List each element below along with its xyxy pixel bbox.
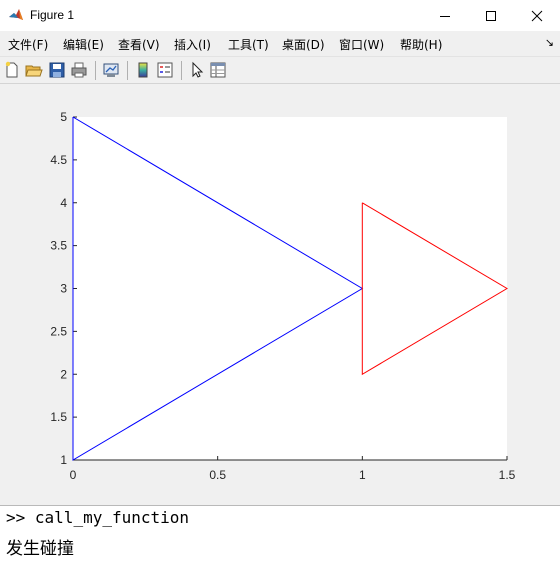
menu-tools[interactable]: 工具(T) (228, 36, 269, 53)
y-tick-label: 2.5 (50, 324, 67, 338)
new-figure-icon[interactable] (3, 61, 21, 79)
x-tick-label: 1 (359, 468, 366, 482)
menu-bar: 文件(F) 编辑(E) 查看(V) 插入(I) 工具(T) 桌面(D) 窗口(W… (0, 31, 560, 56)
y-tick-label: 2 (60, 367, 67, 381)
plot-area: 0 0.5 1 1.5 1 1.5 2 2.5 3 3.5 4 4.5 5 (0, 85, 560, 505)
colorbar-icon[interactable] (134, 61, 152, 79)
save-icon[interactable] (48, 61, 66, 79)
maximize-button[interactable] (468, 0, 514, 31)
open-file-icon[interactable] (25, 61, 43, 79)
x-tick-label: 0.5 (209, 468, 226, 482)
menu-file[interactable]: 文件(F) (8, 36, 48, 53)
legend-icon[interactable] (156, 61, 174, 79)
minimize-button[interactable] (422, 0, 468, 31)
menu-help[interactable]: 帮助(H) (400, 36, 442, 53)
minimize-icon (440, 15, 450, 17)
pointer-icon[interactable] (188, 61, 206, 79)
menu-view[interactable]: 查看(V) (118, 36, 160, 53)
y-tick-label: 3.5 (50, 239, 67, 253)
y-tick-label: 4 (60, 196, 67, 210)
y-tick-label: 4.5 (50, 153, 67, 167)
property-inspector-icon[interactable] (209, 61, 227, 79)
command-window[interactable]: >> call_my_function 发生碰撞 (0, 506, 560, 561)
menu-desktop[interactable]: 桌面(D) (282, 36, 325, 53)
x-tick-label: 0 (70, 468, 77, 482)
y-tick-label: 5 (60, 110, 67, 124)
y-tick-label: 1.5 (50, 410, 67, 424)
link-plot-icon[interactable] (102, 61, 120, 79)
y-tick-label: 3 (60, 282, 67, 296)
toolbar-separator (181, 61, 182, 80)
figure-toolbar (0, 56, 560, 84)
chart: 0 0.5 1 1.5 1 1.5 2 2.5 3 3.5 4 4.5 5 (50, 110, 516, 482)
console-command-line: >> call_my_function (6, 508, 189, 527)
toolbar-separator (95, 61, 96, 80)
print-icon[interactable] (70, 61, 88, 79)
title-bar[interactable]: Figure 1 (0, 0, 560, 31)
toolbar-separator (127, 61, 128, 80)
console-command: call_my_function (34, 508, 190, 527)
x-tick-label: 1.5 (499, 468, 516, 482)
close-button[interactable] (514, 0, 560, 31)
menu-dock-arrow-icon[interactable]: ↘ (545, 36, 554, 49)
console-output: 发生碰撞 (6, 539, 74, 559)
y-tick-label: 1 (60, 453, 67, 467)
console-prompt: >> (6, 508, 26, 527)
menu-insert[interactable]: 插入(I) (174, 36, 211, 53)
close-icon (531, 10, 543, 21)
matlab-logo-icon (9, 9, 23, 20)
menu-edit[interactable]: 编辑(E) (63, 36, 104, 53)
window-title: Figure 1 (30, 8, 75, 22)
maximize-icon (486, 10, 496, 21)
axes-background (73, 117, 507, 460)
menu-window[interactable]: 窗口(W) (339, 36, 384, 53)
figure-window: Figure 1 文件(F) 编辑(E) 查看(V) 插入(I) 工具(T) 桌… (0, 0, 560, 506)
